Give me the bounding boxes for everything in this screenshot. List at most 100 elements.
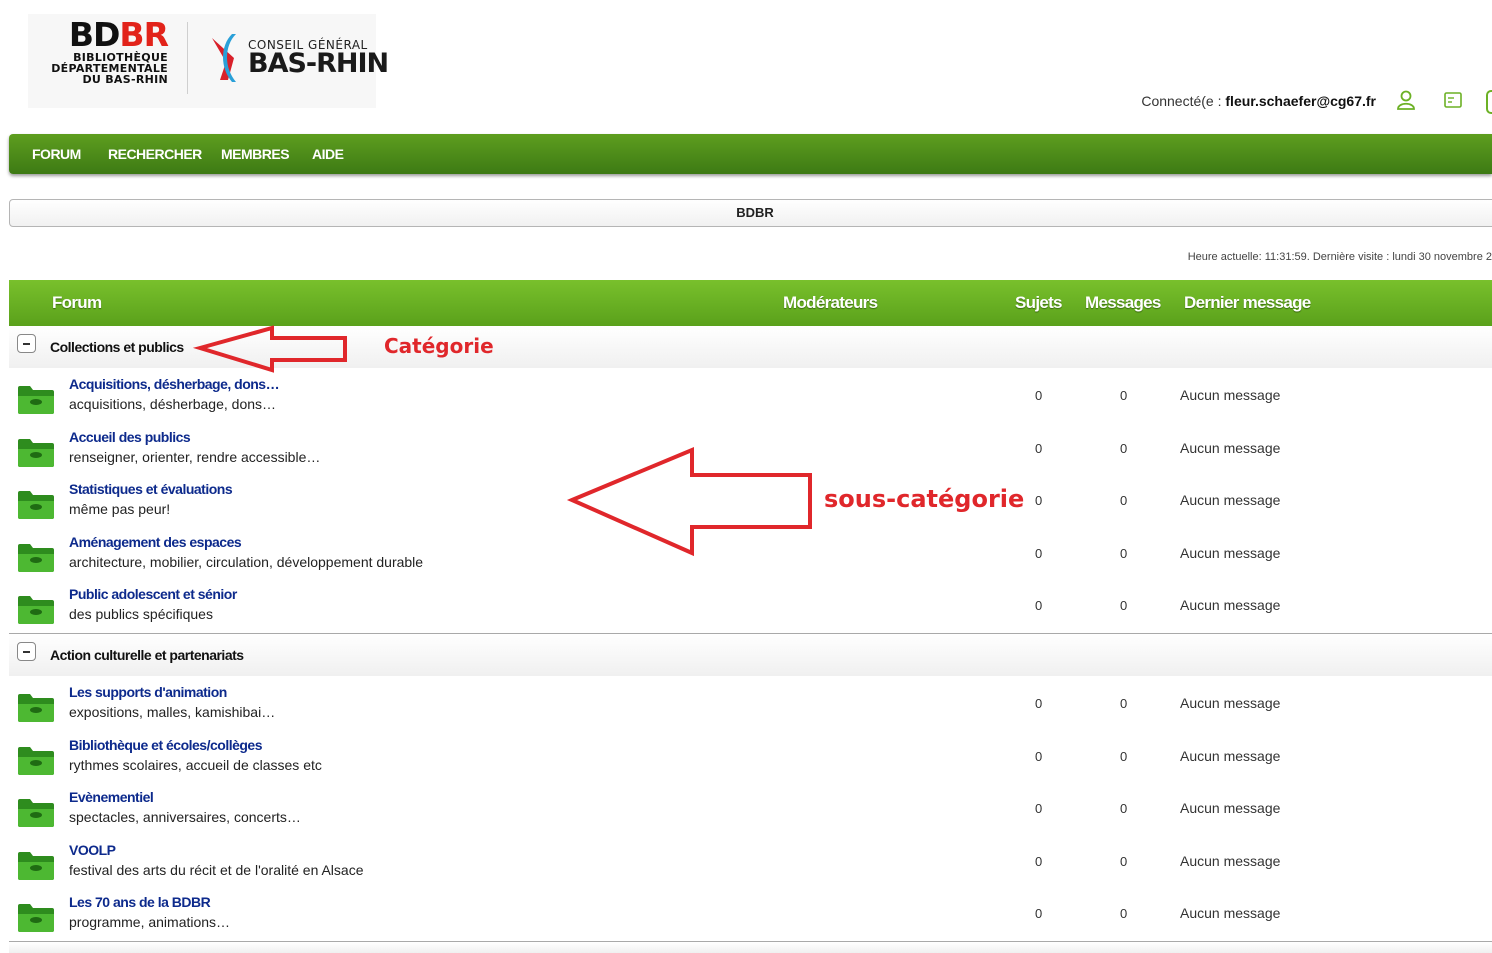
folder-icon — [18, 694, 54, 722]
last-post: Aucun message — [1180, 440, 1281, 456]
subcategory-annotation: sous-catégorie — [824, 485, 1025, 513]
posts-count: 0 — [1120, 441, 1128, 456]
forum-row: Les 70 ans de la BDBR programme, animati… — [9, 893, 1492, 945]
posts-count: 0 — [1120, 598, 1128, 613]
nav-aide[interactable]: AIDE — [312, 146, 344, 162]
message-icon[interactable] — [1443, 90, 1463, 110]
col-forum: Forum — [52, 293, 102, 312]
folder-icon — [18, 491, 54, 519]
last-post: Aucun message — [1180, 545, 1281, 561]
posts-count: 0 — [1120, 749, 1128, 764]
forum-title[interactable]: Les 70 ans de la BDBR — [69, 894, 211, 910]
forum-title[interactable]: Aménagement des espaces — [69, 534, 242, 550]
topics-count: 0 — [1035, 388, 1043, 403]
forum-description: des publics spécifiques — [69, 606, 213, 622]
folder-icon — [18, 386, 54, 414]
main-nav: FORUM RECHERCHER MEMBRES AIDE — [9, 134, 1492, 174]
forum-row: Les supports d'animation expositions, ma… — [9, 683, 1492, 735]
connected-user-bar: Connecté(e : fleur.schaefer@cg67.fr — [1141, 93, 1376, 109]
folder-icon — [18, 747, 54, 775]
forum-row: Evènementiel spectacles, anniversaires, … — [9, 788, 1492, 840]
forum-row: Aménagement des espaces architecture, mo… — [9, 533, 1492, 585]
col-last-post: Dernier message — [1184, 293, 1311, 312]
last-post: Aucun message — [1180, 800, 1281, 816]
breadcrumb: BDBR — [9, 199, 1492, 227]
topics-count: 0 — [1035, 696, 1043, 711]
forum-title[interactable]: VOOLP — [69, 842, 116, 858]
topics-count: 0 — [1035, 801, 1043, 816]
last-post: Aucun message — [1180, 748, 1281, 764]
posts-count: 0 — [1120, 854, 1128, 869]
category-row: Collections et publics — [9, 326, 1492, 368]
conseil-general-mark-icon — [212, 34, 236, 82]
posts-count: 0 — [1120, 388, 1128, 403]
bdbr-logo[interactable]: BDBR BIBLIOTHÈQUE DÉPARTEMENTALE DU BAS-… — [30, 15, 169, 86]
bdbr-logo-line: DU BAS-RHIN — [82, 73, 168, 86]
connected-user-email[interactable]: fleur.schaefer@cg67.fr — [1225, 93, 1376, 109]
forum-description: renseigner, orienter, rendre accessible… — [69, 449, 321, 465]
topics-count: 0 — [1035, 598, 1043, 613]
folder-icon — [18, 439, 54, 467]
forum-description: acquisitions, désherbage, dons… — [69, 396, 277, 412]
last-post: Aucun message — [1180, 597, 1281, 613]
forum-title[interactable]: Acquisitions, désherbage, dons… — [69, 376, 280, 392]
forum-description: même pas peur! — [69, 501, 171, 517]
category-row: Action culturelle et partenariats — [9, 634, 1492, 676]
partial-icon[interactable] — [1486, 90, 1492, 114]
connected-label: Connecté(e : — [1141, 93, 1222, 109]
forum-title[interactable]: Public adolescent et sénior — [69, 586, 237, 602]
next-category-row — [9, 942, 1492, 953]
forum-row: Statistiques et évaluations même pas peu… — [9, 480, 1492, 532]
posts-count: 0 — [1120, 546, 1128, 561]
forum-row: Public adolescent et sénior des publics … — [9, 585, 1492, 637]
col-posts: Messages — [1085, 293, 1161, 312]
forum-title[interactable]: Statistiques et évaluations — [69, 481, 233, 497]
topics-count: 0 — [1035, 546, 1043, 561]
forum-description: expositions, malles, kamishibai… — [69, 704, 276, 720]
user-icon[interactable] — [1396, 90, 1416, 110]
forum-title[interactable]: Les supports d'animation — [69, 684, 227, 700]
topics-count: 0 — [1035, 441, 1043, 456]
collapse-button[interactable] — [17, 334, 36, 353]
topics-count: 0 — [1035, 854, 1043, 869]
category-title[interactable]: Action culturelle et partenariats — [50, 647, 244, 663]
forum-row: Acquisitions, désherbage, dons… acquisit… — [9, 375, 1492, 427]
nav-membres[interactable]: MEMBRES — [221, 146, 290, 162]
forum-row: Bibliothèque et écoles/collèges rythmes … — [9, 736, 1492, 788]
last-post: Aucun message — [1180, 387, 1281, 403]
folder-icon — [18, 596, 54, 624]
forum-description: architecture, mobilier, circulation, dév… — [69, 554, 424, 570]
posts-count: 0 — [1120, 906, 1128, 921]
forum-description: rythmes scolaires, accueil de classes et… — [69, 757, 322, 773]
col-topics: Sujets — [1015, 293, 1063, 312]
forum-table-header: Forum Modérateurs Sujets Messages Dernie… — [9, 280, 1492, 326]
time-info: Heure actuelle: 11:31:59. Dernière visit… — [1187, 251, 1492, 263]
posts-count: 0 — [1120, 801, 1128, 816]
last-post: Aucun message — [1180, 492, 1281, 508]
folder-icon — [18, 544, 54, 572]
forum-description: programme, animations… — [69, 914, 231, 930]
forum-title[interactable]: Accueil des publics — [69, 429, 191, 445]
col-moderators: Modérateurs — [783, 293, 878, 312]
folder-icon — [18, 799, 54, 827]
topics-count: 0 — [1035, 906, 1043, 921]
category-title[interactable]: Collections et publics — [50, 339, 184, 355]
bdbr-wordmark: BDBR — [68, 15, 169, 54]
nav-forum[interactable]: FORUM — [32, 146, 81, 162]
last-post: Aucun message — [1180, 695, 1281, 711]
forum-row: VOOLP festival des arts du récit et de l… — [9, 841, 1492, 893]
bas-rhin-label: BAS-RHIN — [248, 48, 389, 79]
posts-count: 0 — [1120, 696, 1128, 711]
category-annotation: Catégorie — [384, 334, 494, 358]
topics-count: 0 — [1035, 749, 1043, 764]
forum-title[interactable]: Bibliothèque et écoles/collèges — [69, 737, 263, 753]
breadcrumb-link[interactable]: BDBR — [10, 205, 1492, 220]
collapse-button[interactable] — [17, 642, 36, 661]
posts-count: 0 — [1120, 493, 1128, 508]
logo-divider — [187, 22, 188, 94]
nav-rechercher[interactable]: RECHERCHER — [108, 146, 202, 162]
forum-title[interactable]: Evènementiel — [69, 789, 154, 805]
last-post: Aucun message — [1180, 853, 1281, 869]
folder-icon — [18, 852, 54, 880]
last-post: Aucun message — [1180, 905, 1281, 921]
